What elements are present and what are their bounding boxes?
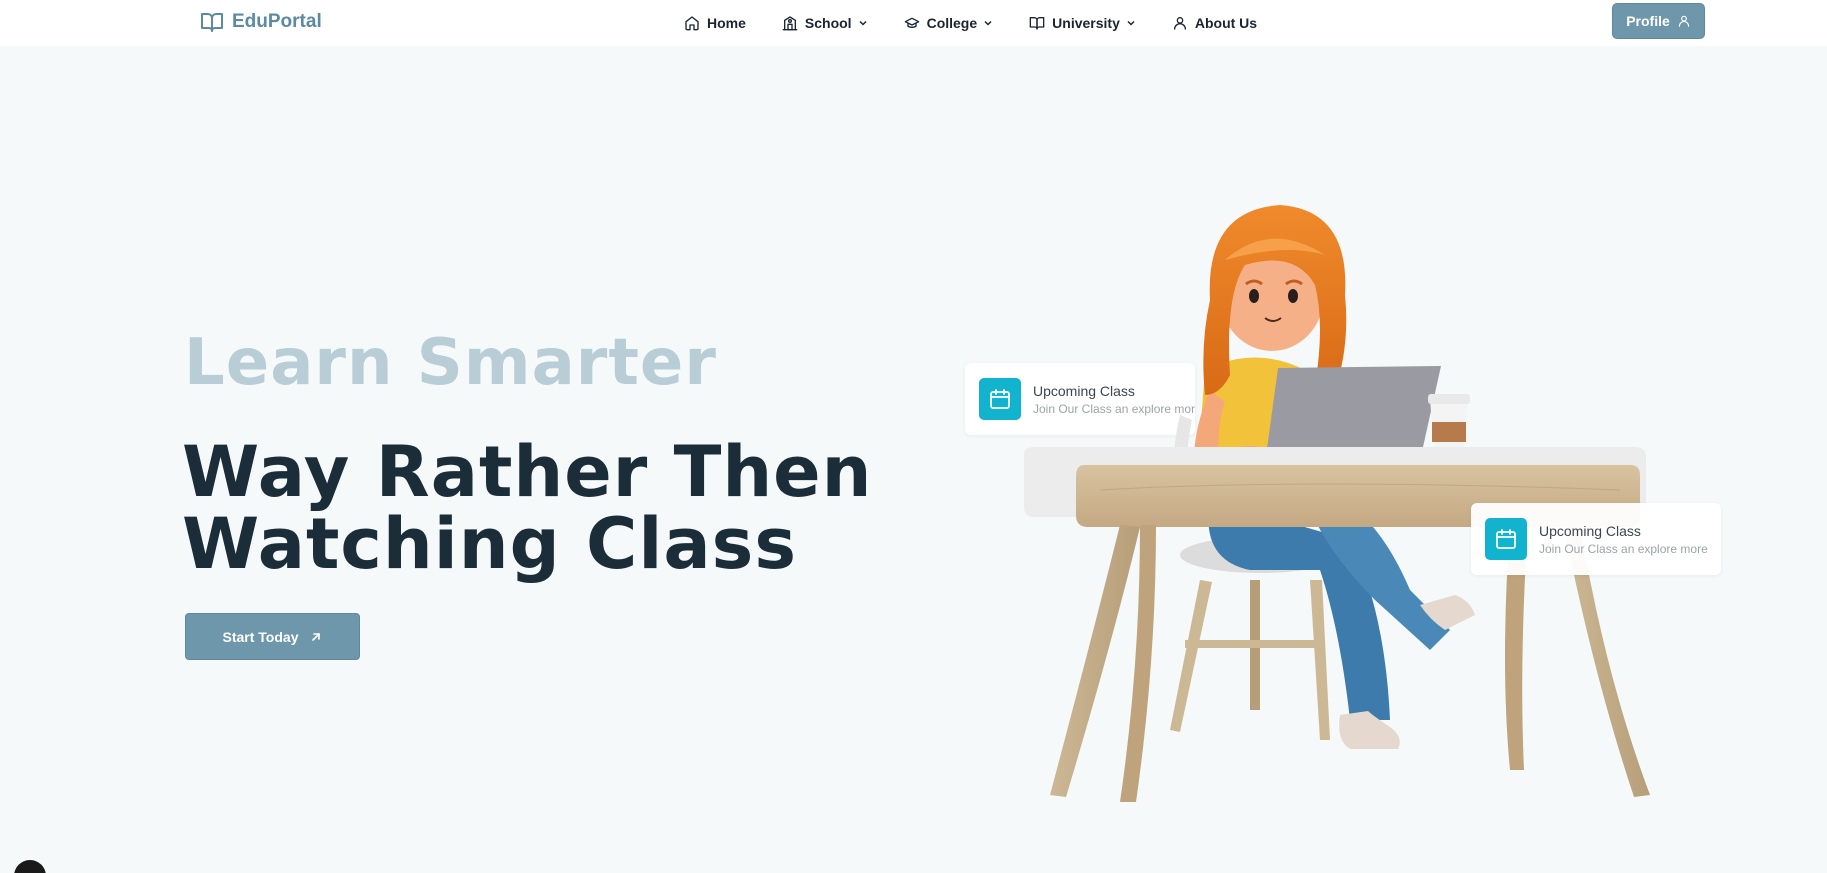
chevron-down-icon: [1127, 20, 1135, 26]
card-text: Upcoming Class Join Our Class an explore…: [1539, 523, 1708, 556]
top-navbar: EduPortal Home School College University…: [0, 0, 1827, 46]
nav-item-school[interactable]: School: [782, 15, 868, 31]
home-icon: [685, 16, 699, 31]
book-open-icon: [201, 13, 223, 32]
user-icon: [1678, 15, 1690, 27]
profile-button-label: Profile: [1626, 13, 1670, 29]
school-icon: [782, 16, 798, 31]
nav-label-college: College: [926, 15, 978, 31]
brand-name: EduPortal: [232, 11, 322, 32]
profile-button[interactable]: Profile: [1612, 3, 1705, 39]
main-nav: Home School College University About Us: [684, 0, 1257, 46]
hero-title: Way Rather Then Watching Class: [182, 436, 873, 580]
user-icon: [1173, 17, 1186, 30]
start-today-button[interactable]: Start Today: [185, 613, 360, 660]
nav-label-university: University: [1052, 15, 1120, 31]
book-open-icon: [1029, 17, 1045, 30]
hero-subtitle: Learn Smarter: [184, 326, 717, 400]
brand-logo[interactable]: EduPortal: [200, 10, 322, 34]
calendar-icon: [1496, 529, 1516, 549]
graduation-cap-icon: [904, 17, 919, 28]
nav-item-home[interactable]: Home: [684, 15, 746, 31]
nav-item-about-us[interactable]: About Us: [1172, 15, 1257, 31]
nav-label-home: Home: [707, 15, 746, 31]
calendar-icon: [990, 389, 1010, 409]
nav-item-college[interactable]: College: [904, 15, 994, 31]
calendar-icon-box: [1485, 518, 1527, 560]
nav-item-university[interactable]: University: [1029, 15, 1136, 31]
card-title: Upcoming Class: [1539, 522, 1641, 539]
nav-label-school: School: [804, 15, 852, 31]
nav-label-about-us: About Us: [1194, 15, 1258, 31]
arrow-up-right-icon: [312, 632, 321, 641]
floating-action-badge[interactable]: [14, 860, 46, 873]
chevron-down-icon: [859, 20, 867, 26]
hero-title-line-2: Watching Class: [182, 503, 797, 585]
upcoming-class-card[interactable]: Upcoming Class Join Our Class an explore…: [1471, 503, 1721, 575]
chevron-down-icon: [984, 20, 992, 26]
card-description: Join Our Class an explore more: [1539, 541, 1708, 556]
hero-title-line-1: Way Rather Then: [182, 431, 873, 513]
start-today-label: Start Today: [222, 628, 299, 645]
